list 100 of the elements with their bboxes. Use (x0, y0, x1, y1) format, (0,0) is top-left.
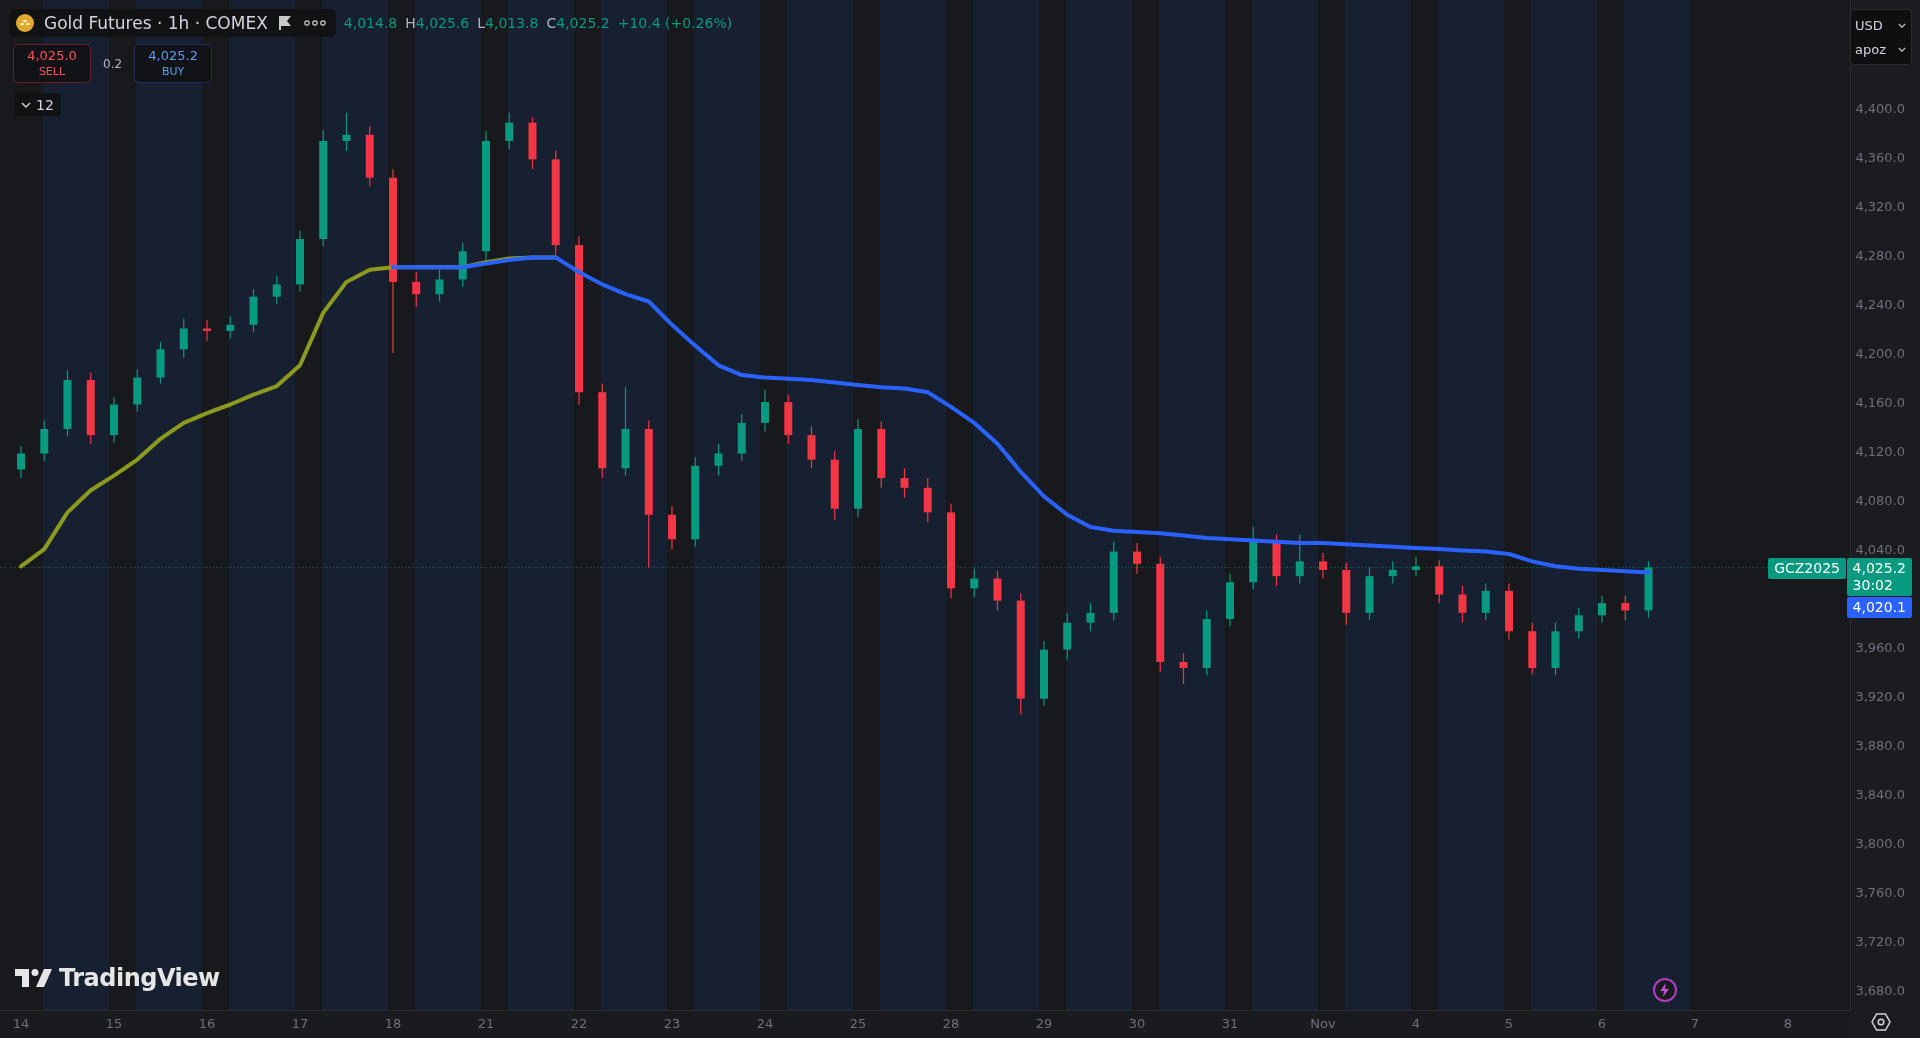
price-change: +10.4 (+0.26%) (617, 15, 733, 31)
date-tick: 6 (1597, 1016, 1607, 1031)
candlestick (412, 271, 421, 308)
date-tick: 14 (12, 1016, 30, 1031)
more-button[interactable] (301, 20, 328, 26)
date-tick: 17 (291, 1016, 309, 1031)
candlestick (1574, 607, 1583, 640)
candlestick (900, 467, 909, 499)
ohlc-value: 4,025.6 (415, 15, 470, 31)
logo-text: TradingView (59, 964, 220, 992)
candlestick (133, 368, 142, 413)
price-tick: 3,880.0 (1855, 738, 1905, 754)
symbol-legend[interactable]: Gold Futures · 1h · COMEX (10, 9, 336, 37)
date-tick: 28 (942, 1016, 960, 1031)
dots-icon (303, 20, 326, 26)
candlestick (1551, 622, 1560, 676)
candlestick (1086, 602, 1095, 632)
candlestick (1319, 552, 1327, 580)
date-tick: 18 (384, 1016, 402, 1031)
candlestick (737, 413, 746, 462)
candlestick (1272, 533, 1281, 587)
candlestick (272, 275, 281, 305)
candlestick (1202, 609, 1211, 676)
candlestick (528, 117, 537, 170)
candlestick (1412, 555, 1420, 577)
candlestick (1342, 562, 1351, 626)
candlestick (342, 112, 351, 152)
ohlc-value: 4,014.8 (343, 15, 398, 31)
candlestick (830, 450, 839, 521)
candlestick (714, 443, 723, 477)
candlestick (668, 505, 676, 550)
price-tick: 4,200.0 (1855, 346, 1905, 361)
price-tick: 3,760.0 (1855, 885, 1905, 901)
chevron-icon (21, 101, 31, 108)
candlestick (156, 341, 165, 385)
price-tick: 3,920.0 (1855, 689, 1905, 705)
candlestick (435, 269, 444, 303)
candlestick (365, 125, 374, 187)
candlestick (877, 421, 886, 489)
candlestick (249, 288, 258, 333)
candlestick (505, 112, 514, 151)
candlestick (923, 477, 932, 523)
date-tick: 4 (1411, 1016, 1421, 1031)
candlestick (1365, 566, 1374, 621)
price-tick: 4,080.0 (1855, 493, 1905, 509)
price-tick: 3,840.0 (1855, 787, 1905, 803)
bar-countdown: 30:02 (1852, 577, 1893, 594)
candlestick (1598, 595, 1606, 624)
date-tick: 31 (1221, 1016, 1239, 1031)
date-tick: 30 (1128, 1016, 1146, 1031)
ohlc-value: 4,013.8 (485, 15, 539, 31)
candlestick (226, 315, 235, 339)
candlestick (1481, 582, 1490, 621)
flag-icon[interactable] (277, 15, 292, 31)
candlestick (296, 229, 304, 293)
candlestick (970, 568, 979, 598)
candlestick (203, 319, 211, 342)
indicators-toggle[interactable]: 12 (14, 93, 61, 116)
candlestick (1249, 526, 1258, 591)
candlestick (1295, 533, 1304, 585)
candlestick (761, 389, 769, 433)
candlestick (40, 419, 49, 462)
date-tick: 5 (1504, 1016, 1514, 1031)
candlestick (17, 445, 25, 479)
candlestick (1388, 560, 1397, 585)
chevron-icon (1898, 46, 1906, 52)
logo-icon (15, 967, 53, 989)
price-tick: 3,720.0 (1855, 934, 1905, 950)
date-tick: 29 (1035, 1016, 1053, 1031)
price-tick: 4,240.0 (1855, 297, 1905, 312)
sell-button[interactable]: 4,025.0 SELL (13, 44, 91, 83)
spread-value: 0.2 (103, 56, 123, 71)
scale-dropdown[interactable]: apoz (1851, 37, 1911, 61)
ohlc-value: 4,025.2 (556, 15, 610, 31)
candlestick (1226, 573, 1234, 627)
date-tick: 8 (1783, 1016, 1793, 1031)
price-tick: 4,360.0 (1855, 149, 1905, 165)
date-tick: 25 (849, 1016, 867, 1031)
candlestick (1644, 560, 1653, 619)
scale-dropdown[interactable]: USD (1851, 13, 1911, 37)
price-tick: 4,280.0 (1855, 247, 1905, 263)
candlestick (1179, 652, 1188, 685)
coin-icon (16, 14, 34, 32)
moving-average-tag: 4,020.1 (1846, 597, 1912, 618)
date-tick: 21 (477, 1016, 495, 1031)
settings-icon[interactable] (1871, 1012, 1891, 1032)
price-tick: 4,160.0 (1855, 395, 1905, 411)
price-tick: 4,120.0 (1855, 444, 1905, 460)
price-tick: 4,040.0 (1855, 542, 1905, 558)
date-tick: Nov (1310, 1016, 1336, 1031)
last-price: 4,025.2 (1852, 560, 1906, 577)
candlestick (1133, 542, 1141, 575)
buy-button[interactable]: 4,025.2 BUY (134, 44, 213, 83)
candlestick (1505, 582, 1513, 641)
date-tick: 16 (198, 1016, 216, 1031)
candlestick (458, 242, 467, 288)
candlestick (110, 396, 118, 444)
candlestick (1063, 612, 1072, 661)
candlestick (1458, 585, 1467, 624)
chevron-icon (1898, 22, 1906, 28)
